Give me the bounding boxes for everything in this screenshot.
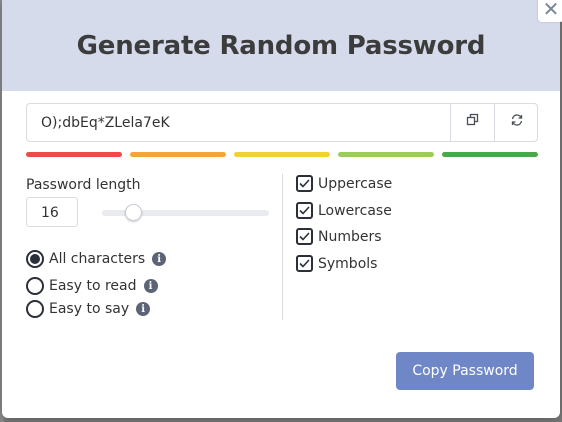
divider (282, 174, 283, 320)
copy-icon (466, 113, 480, 132)
radio-dot (30, 254, 40, 264)
checkbox-label: Numbers (318, 228, 382, 245)
strength-segment (442, 152, 538, 157)
checkbox[interactable] (296, 202, 313, 219)
copy-password-button[interactable]: Copy Password (396, 352, 534, 390)
password-length-label: Password length (26, 177, 141, 193)
dialog-title: Generate Random Password (76, 30, 486, 61)
checkmark-icon (299, 206, 310, 215)
strength-segment (130, 152, 226, 157)
radio-option[interactable]: Easy to read i (26, 277, 158, 295)
close-icon[interactable]: ✕ (538, 0, 562, 22)
strength-segment (26, 152, 122, 157)
password-value[interactable]: O);dbEq*ZLela7eK (41, 115, 170, 131)
radio-option[interactable]: All characters i (26, 250, 167, 268)
checkbox[interactable] (296, 255, 313, 272)
radio-option[interactable]: Easy to say i (26, 300, 151, 318)
option-numbers[interactable]: Numbers (296, 228, 382, 245)
info-icon[interactable]: i (152, 252, 167, 266)
checkbox-label: Symbols (318, 255, 378, 272)
option-lowercase[interactable]: Lowercase (296, 202, 392, 219)
password-length-input[interactable]: 16 (26, 197, 78, 227)
checkbox-label: Lowercase (318, 202, 392, 219)
password-generator-dialog: Generate Random Password O);dbEq*ZLela7e… (2, 0, 560, 418)
checkmark-icon (299, 179, 310, 188)
checkmark-icon (299, 259, 310, 268)
checkbox[interactable] (296, 175, 313, 192)
refresh-icon (510, 113, 524, 132)
dialog-header: Generate Random Password (2, 0, 560, 91)
radio-button[interactable] (26, 277, 44, 295)
radio-label: Easy to say (49, 301, 130, 317)
radio-label: All characters (49, 251, 146, 267)
radio-button[interactable] (26, 250, 44, 268)
radio-button[interactable] (26, 300, 44, 318)
info-icon[interactable]: i (136, 302, 151, 316)
regenerate-button[interactable] (494, 104, 538, 141)
copy-icon-button[interactable] (450, 104, 494, 141)
password-field[interactable]: O);dbEq*ZLela7eK (26, 103, 538, 142)
option-symbols[interactable]: Symbols (296, 255, 377, 272)
slider-handle[interactable] (124, 204, 142, 221)
option-uppercase[interactable]: Uppercase (296, 175, 392, 192)
checkmark-icon (299, 232, 310, 241)
info-icon[interactable]: i (143, 279, 158, 293)
radio-label: Easy to read (49, 278, 137, 294)
strength-segment (234, 152, 330, 157)
strength-segment (338, 152, 434, 157)
checkbox-label: Uppercase (318, 175, 393, 192)
checkbox[interactable] (296, 228, 313, 245)
